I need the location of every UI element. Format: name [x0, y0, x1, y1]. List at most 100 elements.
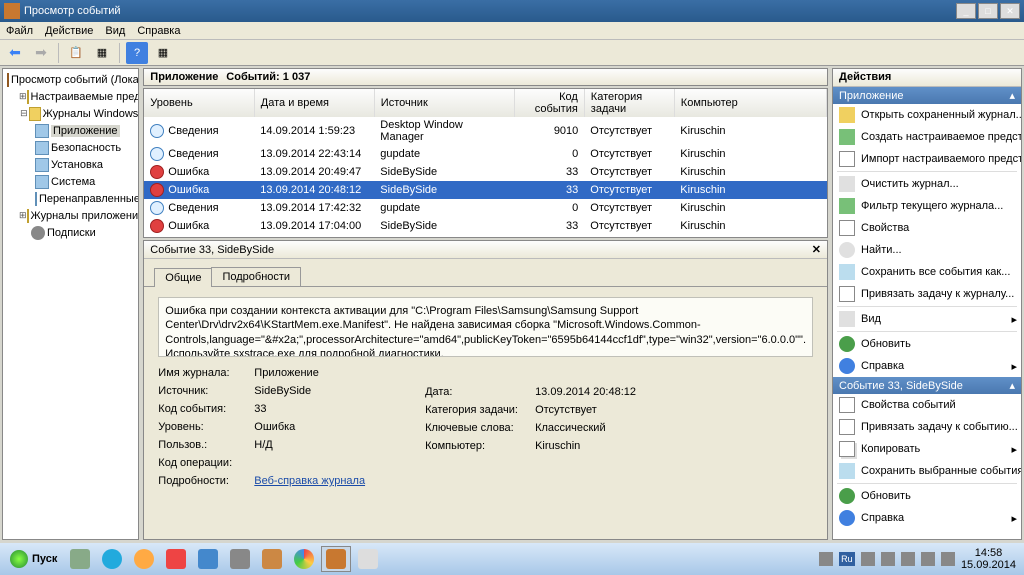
network-icon[interactable]: [901, 552, 915, 566]
tray-icon[interactable]: [921, 552, 935, 566]
error-icon: [150, 165, 164, 179]
action-find[interactable]: Найти...: [833, 239, 1021, 261]
action-filter-log[interactable]: Фильтр текущего журнала...: [833, 195, 1021, 217]
taskbar-chrome[interactable]: [289, 546, 319, 572]
overflow-button[interactable]: ▦: [152, 42, 174, 64]
action-open-saved-log[interactable]: Открыть сохраненный журнал...: [833, 104, 1021, 126]
tab-details[interactable]: Подробности: [211, 267, 301, 286]
taskbar[interactable]: Пуск Ru 14:58 15.09.2014: [0, 543, 1024, 575]
menu-view[interactable]: Вид: [105, 25, 125, 37]
info-icon: [150, 201, 164, 215]
titlebar[interactable]: Просмотр событий _ □ ✕: [0, 0, 1024, 22]
tray-icon[interactable]: [941, 552, 955, 566]
label-level: Уровень:: [158, 421, 244, 433]
back-button[interactable]: ⬅: [4, 42, 26, 64]
start-orb-icon: [10, 550, 28, 568]
action-copy[interactable]: Копировать▸: [833, 438, 1021, 460]
start-button[interactable]: Пуск: [4, 548, 63, 570]
event-row[interactable]: Ошибка13.09.2014 20:48:12SideBySide33Отс…: [144, 181, 826, 199]
clock[interactable]: 14:58 15.09.2014: [961, 547, 1016, 571]
tree-forwarded-events[interactable]: Перенаправленные события: [3, 190, 138, 207]
event-row[interactable]: Сведения13.09.2014 22:43:14gupdate0Отсут…: [144, 145, 826, 163]
forward-button: ➡: [30, 42, 52, 64]
action-attach-task-event[interactable]: Привязать задачу к событию...: [833, 416, 1021, 438]
label-more-info: Подробности:: [158, 475, 244, 487]
action-event-properties[interactable]: Свойства событий: [833, 394, 1021, 416]
tree-root[interactable]: Просмотр событий (Локальный): [3, 71, 138, 88]
toolbar: ⬅ ➡ 📋 ▦ ? ▦: [0, 40, 1024, 66]
taskbar-skype[interactable]: [97, 546, 127, 572]
tree-app-services-logs[interactable]: ⊞Журналы приложений и служб: [3, 207, 138, 224]
action-refresh-2[interactable]: Обновить: [833, 485, 1021, 507]
close-button[interactable]: ✕: [1000, 3, 1020, 19]
tree-security-log[interactable]: Безопасность: [3, 139, 138, 156]
event-detail-panel: Событие 33, SideBySide ✕ Общие Подробнос…: [143, 240, 828, 540]
value-user: Н/Д: [254, 439, 272, 451]
taskbar-app-6[interactable]: [225, 546, 255, 572]
action-save-all-events[interactable]: Сохранить все события как...: [833, 261, 1021, 283]
language-indicator[interactable]: Ru: [839, 552, 855, 566]
taskbar-ccleaner[interactable]: [161, 546, 191, 572]
actions-panel: Действия Приложение▴ Открыть сохраненный…: [832, 68, 1022, 540]
actions-section-event[interactable]: Событие 33, SideBySide▴: [833, 377, 1021, 394]
taskbar-app-5[interactable]: [193, 546, 223, 572]
navigation-tree[interactable]: Просмотр событий (Локальный) ⊞Настраивае…: [2, 68, 139, 540]
taskbar-event-viewer[interactable]: [321, 546, 351, 572]
tree-setup-log[interactable]: Установка: [3, 156, 138, 173]
col-computer[interactable]: Компьютер: [674, 89, 826, 117]
help-toolbar-button[interactable]: ?: [126, 42, 148, 64]
tree-windows-logs[interactable]: ⊟Журналы Windows: [3, 105, 138, 122]
detail-close-button[interactable]: ✕: [812, 243, 821, 256]
taskbar-avast[interactable]: [129, 546, 159, 572]
action-import-custom-view[interactable]: Импорт настраиваемого представле...: [833, 148, 1021, 170]
action-save-selected[interactable]: Сохранить выбранные события...: [833, 460, 1021, 482]
taskbar-app-1[interactable]: [65, 546, 95, 572]
col-level[interactable]: Уровень: [144, 89, 254, 117]
label-event-id: Код события:: [158, 403, 244, 415]
export-button[interactable]: ▦: [91, 42, 113, 64]
menu-file[interactable]: Файл: [6, 25, 33, 37]
action-view-submenu[interactable]: Вид▸: [833, 308, 1021, 330]
detail-title: Событие 33, SideBySide: [150, 244, 274, 256]
tree-subscriptions[interactable]: Подписки: [3, 224, 138, 241]
tray-icon[interactable]: [861, 552, 875, 566]
link-online-help[interactable]: Веб-справка журнала: [254, 475, 365, 487]
action-help[interactable]: Справка▸: [833, 355, 1021, 377]
action-help-2[interactable]: Справка▸: [833, 507, 1021, 529]
tree-application-log[interactable]: Приложение: [3, 122, 138, 139]
event-list[interactable]: Уровень Дата и время Источник Код событи…: [143, 88, 828, 238]
action-attach-task-log[interactable]: Привязать задачу к журналу...: [833, 283, 1021, 305]
show-hide-tree-button[interactable]: 📋: [65, 42, 87, 64]
tree-system-log[interactable]: Система: [3, 173, 138, 190]
action-create-custom-view[interactable]: Создать настраиваемое представле...: [833, 126, 1021, 148]
col-date[interactable]: Дата и время: [254, 89, 374, 117]
action-clear-log[interactable]: Очистить журнал...: [833, 173, 1021, 195]
event-row[interactable]: Ошибка13.09.2014 17:02:09SideBySide33Отс…: [144, 235, 826, 238]
value-keywords: Классический: [535, 422, 606, 434]
volume-icon[interactable]: [881, 552, 895, 566]
event-row[interactable]: Сведения13.09.2014 17:42:32gupdate0Отсут…: [144, 199, 826, 217]
tree-custom-views[interactable]: ⊞Настраиваемые представления: [3, 88, 138, 105]
maximize-button[interactable]: □: [978, 3, 998, 19]
menu-action[interactable]: Действие: [45, 25, 93, 37]
action-properties[interactable]: Свойства: [833, 217, 1021, 239]
event-row[interactable]: Ошибка13.09.2014 17:04:00SideBySide33Отс…: [144, 217, 826, 235]
actions-section-application[interactable]: Приложение▴: [833, 87, 1021, 104]
label-log-name: Имя журнала:: [158, 367, 244, 379]
event-description[interactable]: Ошибка при создании контекста активации …: [158, 297, 813, 357]
value-computer: Kiruschin: [535, 440, 580, 452]
menu-help[interactable]: Справка: [137, 25, 180, 37]
menubar: Файл Действие Вид Справка: [0, 22, 1024, 40]
tray-icon[interactable]: [819, 552, 833, 566]
action-refresh[interactable]: Обновить: [833, 333, 1021, 355]
col-source[interactable]: Источник: [374, 89, 514, 117]
col-category[interactable]: Категория задачи: [584, 89, 674, 117]
col-event-id[interactable]: Код события: [514, 89, 584, 117]
tab-general[interactable]: Общие: [154, 268, 212, 287]
event-row[interactable]: Ошибка13.09.2014 20:49:47SideBySide33Отс…: [144, 163, 826, 181]
taskbar-app-10[interactable]: [353, 546, 383, 572]
taskbar-app-7[interactable]: [257, 546, 287, 572]
event-row[interactable]: Сведения14.09.2014 1:59:23Desktop Window…: [144, 117, 826, 145]
minimize-button[interactable]: _: [956, 3, 976, 19]
system-tray[interactable]: Ru 14:58 15.09.2014: [819, 547, 1020, 571]
